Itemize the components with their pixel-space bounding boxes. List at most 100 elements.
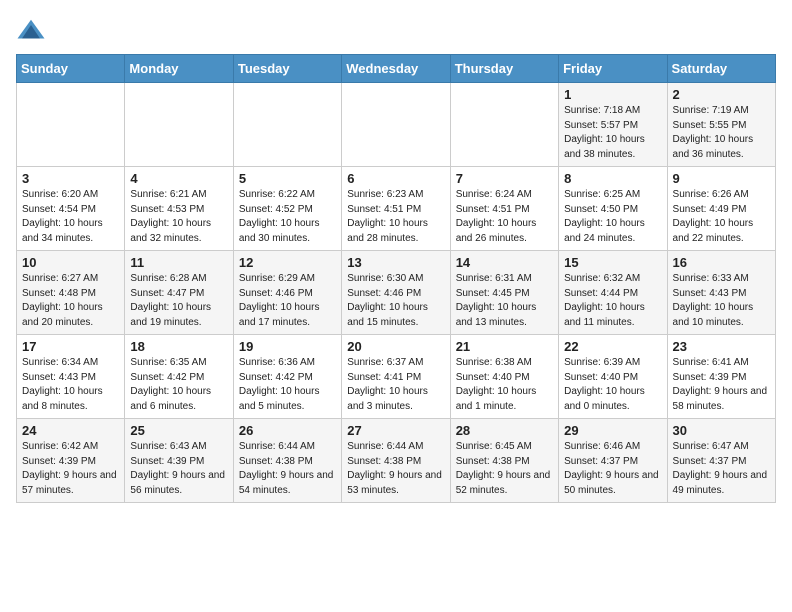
day-info: Sunrise: 6:20 AM Sunset: 4:54 PM Dayligh… <box>22 188 119 246</box>
calendar-cell: 7Sunrise: 6:24 AM Sunset: 4:51 PM Daylig… <box>450 167 558 251</box>
header-monday: Monday <box>125 55 233 83</box>
day-info: Sunrise: 6:38 AM Sunset: 4:40 PM Dayligh… <box>456 356 553 414</box>
day-number: 15 <box>564 255 661 270</box>
calendar-cell: 11Sunrise: 6:28 AM Sunset: 4:47 PM Dayli… <box>125 251 233 335</box>
day-number: 23 <box>673 339 770 354</box>
calendar-cell: 10 Sunrise: 6:27 AM Sunset: 4:48 PM Dayli… <box>17 251 125 335</box>
calendar-cell <box>125 83 233 167</box>
day-info: Sunrise: 6:42 AM Sunset: 4:39 PM Dayligh… <box>22 440 119 498</box>
calendar-cell: 22 Sunrise: 6:39 AM Sunset: 4:40 PM Dayli… <box>559 335 667 419</box>
day-number: 28 <box>456 423 553 438</box>
calendar-cell: 24 Sunrise: 6:42 AM Sunset: 4:39 PM Dayli… <box>17 419 125 503</box>
day-info: Sunrise: 6:22 AM Sunset: 4:52 PM Dayligh… <box>239 188 336 246</box>
calendar-cell: 12Sunrise: 6:29 AM Sunset: 4:46 PM Dayli… <box>233 251 341 335</box>
day-info: Sunrise: 6:43 AM Sunset: 4:39 PM Dayligh… <box>130 440 227 498</box>
calendar-cell: 16 Sunrise: 6:33 AM Sunset: 4:43 PM Dayli… <box>667 251 775 335</box>
day-info: Sunrise: 6:45 AM Sunset: 4:38 PM Dayligh… <box>456 440 553 498</box>
calendar-week-3: 10 Sunrise: 6:27 AM Sunset: 4:48 PM Dayli… <box>17 251 776 335</box>
day-info: Sunrise: 6:34 AM Sunset: 4:43 PM Dayligh… <box>22 356 119 414</box>
day-number: 9 <box>673 171 770 186</box>
logo <box>16 16 50 46</box>
day-info: Sunrise: 6:36 AM Sunset: 4:42 PM Dayligh… <box>239 356 336 414</box>
day-number: 8 <box>564 171 661 186</box>
calendar-week-4: 17 Sunrise: 6:34 AM Sunset: 4:43 PM Dayli… <box>17 335 776 419</box>
day-number: 1 <box>564 87 661 102</box>
day-number: 6 <box>347 171 444 186</box>
header-friday: Friday <box>559 55 667 83</box>
day-number: 18 <box>130 339 227 354</box>
day-number: 17 <box>22 339 119 354</box>
page-header <box>16 16 776 46</box>
day-info: Sunrise: 6:26 AM Sunset: 4:49 PM Dayligh… <box>673 188 770 246</box>
day-info: Sunrise: 6:44 AM Sunset: 4:38 PM Dayligh… <box>239 440 336 498</box>
day-info: Sunrise: 6:33 AM Sunset: 4:43 PM Dayligh… <box>673 272 770 330</box>
calendar-cell: 18 Sunrise: 6:35 AM Sunset: 4:42 PM Dayli… <box>125 335 233 419</box>
day-number: 4 <box>130 171 227 186</box>
calendar-cell: 29Sunrise: 6:46 AM Sunset: 4:37 PM Dayli… <box>559 419 667 503</box>
day-number: 20 <box>347 339 444 354</box>
day-number: 10 <box>22 255 119 270</box>
calendar-cell: 3 Sunrise: 6:20 AM Sunset: 4:54 PM Daylig… <box>17 167 125 251</box>
header-sunday: Sunday <box>17 55 125 83</box>
day-number: 2 <box>673 87 770 102</box>
calendar-cell: 5Sunrise: 6:22 AM Sunset: 4:52 PM Daylig… <box>233 167 341 251</box>
calendar-week-2: 3 Sunrise: 6:20 AM Sunset: 4:54 PM Daylig… <box>17 167 776 251</box>
header-tuesday: Tuesday <box>233 55 341 83</box>
calendar-header-row: SundayMondayTuesdayWednesdayThursdayFrid… <box>17 55 776 83</box>
calendar-cell: 2 Sunrise: 7:19 AM Sunset: 5:55 PM Daylig… <box>667 83 775 167</box>
calendar-cell: 23 Sunrise: 6:41 AM Sunset: 4:39 PM Dayli… <box>667 335 775 419</box>
calendar-cell: 28 Sunrise: 6:45 AM Sunset: 4:38 PM Dayli… <box>450 419 558 503</box>
calendar-cell: 13 Sunrise: 6:30 AM Sunset: 4:46 PM Dayli… <box>342 251 450 335</box>
calendar-week-5: 24 Sunrise: 6:42 AM Sunset: 4:39 PM Dayli… <box>17 419 776 503</box>
day-number: 21 <box>456 339 553 354</box>
calendar-cell: 8 Sunrise: 6:25 AM Sunset: 4:50 PM Daylig… <box>559 167 667 251</box>
calendar-cell: 6 Sunrise: 6:23 AM Sunset: 4:51 PM Daylig… <box>342 167 450 251</box>
day-info: Sunrise: 7:19 AM Sunset: 5:55 PM Dayligh… <box>673 104 770 162</box>
day-number: 22 <box>564 339 661 354</box>
day-info: Sunrise: 6:23 AM Sunset: 4:51 PM Dayligh… <box>347 188 444 246</box>
header-wednesday: Wednesday <box>342 55 450 83</box>
header-saturday: Saturday <box>667 55 775 83</box>
day-info: Sunrise: 6:39 AM Sunset: 4:40 PM Dayligh… <box>564 356 661 414</box>
calendar-cell: 14 Sunrise: 6:31 AM Sunset: 4:45 PM Dayli… <box>450 251 558 335</box>
day-number: 30 <box>673 423 770 438</box>
calendar-cell: 4 Sunrise: 6:21 AM Sunset: 4:53 PM Daylig… <box>125 167 233 251</box>
day-info: Sunrise: 6:41 AM Sunset: 4:39 PM Dayligh… <box>673 356 770 414</box>
day-info: Sunrise: 6:25 AM Sunset: 4:50 PM Dayligh… <box>564 188 661 246</box>
day-number: 24 <box>22 423 119 438</box>
calendar-cell: 21 Sunrise: 6:38 AM Sunset: 4:40 PM Dayli… <box>450 335 558 419</box>
calendar-cell <box>233 83 341 167</box>
calendar-cell: 27 Sunrise: 6:44 AM Sunset: 4:38 PM Dayli… <box>342 419 450 503</box>
day-number: 16 <box>673 255 770 270</box>
day-info: Sunrise: 6:35 AM Sunset: 4:42 PM Dayligh… <box>130 356 227 414</box>
day-number: 3 <box>22 171 119 186</box>
day-info: Sunrise: 6:30 AM Sunset: 4:46 PM Dayligh… <box>347 272 444 330</box>
day-info: Sunrise: 6:37 AM Sunset: 4:41 PM Dayligh… <box>347 356 444 414</box>
day-info: Sunrise: 6:27 AM Sunset: 4:48 PM Dayligh… <box>22 272 119 330</box>
day-info: Sunrise: 6:21 AM Sunset: 4:53 PM Dayligh… <box>130 188 227 246</box>
calendar-cell: 17 Sunrise: 6:34 AM Sunset: 4:43 PM Dayli… <box>17 335 125 419</box>
calendar-cell: 20 Sunrise: 6:37 AM Sunset: 4:41 PM Dayli… <box>342 335 450 419</box>
day-info: Sunrise: 7:18 AM Sunset: 5:57 PM Dayligh… <box>564 104 661 162</box>
day-number: 14 <box>456 255 553 270</box>
day-info: Sunrise: 6:28 AM Sunset: 4:47 PM Dayligh… <box>130 272 227 330</box>
calendar-table: SundayMondayTuesdayWednesdayThursdayFrid… <box>16 54 776 503</box>
day-info: Sunrise: 6:29 AM Sunset: 4:46 PM Dayligh… <box>239 272 336 330</box>
day-number: 13 <box>347 255 444 270</box>
day-number: 25 <box>130 423 227 438</box>
day-info: Sunrise: 6:31 AM Sunset: 4:45 PM Dayligh… <box>456 272 553 330</box>
logo-icon <box>16 16 46 46</box>
calendar-week-1: 1 Sunrise: 7:18 AM Sunset: 5:57 PM Daylig… <box>17 83 776 167</box>
day-info: Sunrise: 6:44 AM Sunset: 4:38 PM Dayligh… <box>347 440 444 498</box>
day-number: 19 <box>239 339 336 354</box>
day-number: 7 <box>456 171 553 186</box>
calendar-cell: 26 Sunrise: 6:44 AM Sunset: 4:38 PM Dayli… <box>233 419 341 503</box>
calendar-cell <box>342 83 450 167</box>
day-info: Sunrise: 6:32 AM Sunset: 4:44 PM Dayligh… <box>564 272 661 330</box>
calendar-cell: 25 Sunrise: 6:43 AM Sunset: 4:39 PM Dayli… <box>125 419 233 503</box>
day-number: 26 <box>239 423 336 438</box>
day-number: 27 <box>347 423 444 438</box>
calendar-cell: 1 Sunrise: 7:18 AM Sunset: 5:57 PM Daylig… <box>559 83 667 167</box>
calendar-cell: 9 Sunrise: 6:26 AM Sunset: 4:49 PM Daylig… <box>667 167 775 251</box>
calendar-cell: 15 Sunrise: 6:32 AM Sunset: 4:44 PM Dayli… <box>559 251 667 335</box>
